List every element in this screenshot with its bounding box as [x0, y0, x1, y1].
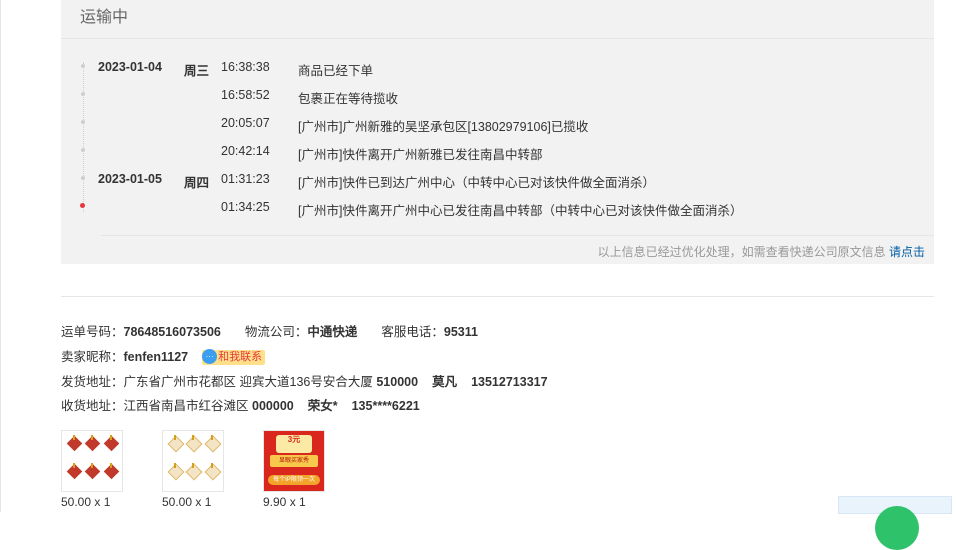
tracking-panel: 运输中 2023-01-04 周三 16:38:38 商品已经下单 16:58:…: [61, 0, 934, 264]
ship-from-zip: 510000: [376, 375, 419, 389]
ship-to-row: 收货地址：江西省南昌市红谷滩区 000000 荣女* 135****6221: [61, 395, 420, 414]
event-weekday: 周四: [184, 176, 210, 190]
contact-seller-button[interactable]: ··· 和我联系: [202, 349, 266, 365]
promo-bottom-text: 每个IP限领一次: [273, 477, 315, 483]
product-thumbnail[interactable]: [61, 430, 123, 492]
floating-service-widget[interactable]: [838, 496, 952, 550]
event-text: [广州市]快件已到达广州中心（中转中心已对该快件做全面消杀）: [298, 176, 655, 190]
service-phone-label: 客服电话：: [381, 325, 444, 339]
timeline-dot: [81, 148, 85, 152]
product-price-qty: 50.00 x 1: [162, 495, 212, 509]
left-border: [0, 0, 1, 512]
product-item[interactable]: 3元 显眼买家秀 每个IP限领一次 9.90 x 1: [263, 430, 325, 509]
ship-to-name: 荣女*: [307, 399, 338, 413]
waybill-row: 运单号码：78648516073506 物流公司：中通快递 客服电话：95311: [61, 321, 478, 340]
ship-from-phone: 13512713317: [471, 375, 548, 389]
product-price-qty: 50.00 x 1: [61, 495, 111, 509]
promo-mid-text: 显眼买家秀: [278, 458, 309, 464]
ship-from-name: 莫凡: [432, 375, 458, 389]
event-time: 20:42:14: [221, 144, 270, 158]
event-text: 包裹正在等待揽收: [298, 92, 399, 106]
shipment-status-title: 运输中: [80, 9, 129, 26]
event-text: [广州市]快件离开广州中心已发往南昌中转部（中转中心已对该快件做全面消杀）: [298, 204, 743, 218]
event-text: [广州市]快件离开广州新雅已发往南昌中转部: [298, 148, 543, 162]
waybill-label: 运单号码：: [61, 325, 124, 339]
event-time: 01:31:23: [221, 172, 270, 186]
divider: [61, 296, 934, 297]
event-date: 2023-01-05: [98, 172, 162, 186]
event-time: 16:58:52: [221, 88, 270, 102]
ship-to-zip: 000000: [252, 399, 294, 413]
ship-to-phone: 135****6221: [351, 399, 420, 413]
waybill-number: 78648516073506: [123, 325, 221, 339]
service-phone: 95311: [443, 325, 478, 339]
red-envelope-image: [66, 435, 118, 487]
seller-row: 卖家昵称：fenfen1127 ··· 和我联系: [61, 346, 266, 365]
event-text: [广州市]广州新雅的吴坚承包区[13802979106]已揽收: [298, 120, 589, 134]
product-thumbnail[interactable]: 3元 显眼买家秀 每个IP限领一次: [263, 430, 325, 492]
ship-from-row: 发货地址：广东省广州市花都区 迎宾大道136号安合大厦 510000 莫凡 1351…: [61, 371, 548, 390]
divider: [101, 235, 934, 236]
product-item[interactable]: 50.00 x 1: [162, 430, 224, 509]
event-time: 16:38:38: [221, 60, 270, 74]
event-date: 2023-01-04: [98, 60, 162, 74]
promo-top-text: 3元: [287, 435, 301, 444]
chat-bubble-icon: ···: [202, 349, 218, 364]
event-time: 20:05:07: [221, 116, 270, 130]
timeline-line: [83, 62, 84, 212]
event-time: 01:34:25: [221, 200, 270, 214]
timeline-dot: [81, 176, 85, 180]
ship-to-address: 江西省南昌市红谷滩区: [123, 399, 249, 413]
event-text: 商品已经下单: [298, 64, 374, 78]
seller-label: 卖家昵称：: [61, 350, 124, 364]
timeline-dot-current: [80, 203, 85, 208]
product-item[interactable]: 50.00 x 1: [61, 430, 123, 509]
promo-card-image: 3元 显眼买家秀 每个IP限领一次: [264, 431, 324, 491]
optimization-note-text: 以上信息已经过优化处理，如需查看快递公司原文信息: [597, 245, 886, 259]
product-price-qty: 9.90 x 1: [263, 495, 306, 509]
service-icon: [875, 506, 919, 550]
cream-envelope-image: [167, 435, 219, 487]
ship-from-label: 发货地址：: [61, 375, 124, 389]
optimization-note: 以上信息已经过优化处理，如需查看快递公司原文信息 请点击: [598, 243, 925, 260]
seller-nickname: fenfen1127: [123, 350, 189, 364]
carrier-name: 中通快递: [307, 325, 358, 339]
contact-seller-label: 和我联系: [218, 351, 263, 363]
ship-to-label: 收货地址：: [61, 399, 124, 413]
view-original-link[interactable]: 请点击: [889, 245, 925, 259]
timeline-dot: [81, 92, 85, 96]
timeline-dot: [81, 120, 85, 124]
carrier-label: 物流公司：: [244, 325, 308, 339]
event-weekday: 周三: [184, 64, 210, 78]
divider: [61, 38, 934, 39]
ship-from-address: 广东省广州市花都区 迎宾大道136号安合大厦: [123, 375, 373, 389]
timeline-dot: [81, 64, 85, 68]
product-thumbnail[interactable]: [162, 430, 224, 492]
